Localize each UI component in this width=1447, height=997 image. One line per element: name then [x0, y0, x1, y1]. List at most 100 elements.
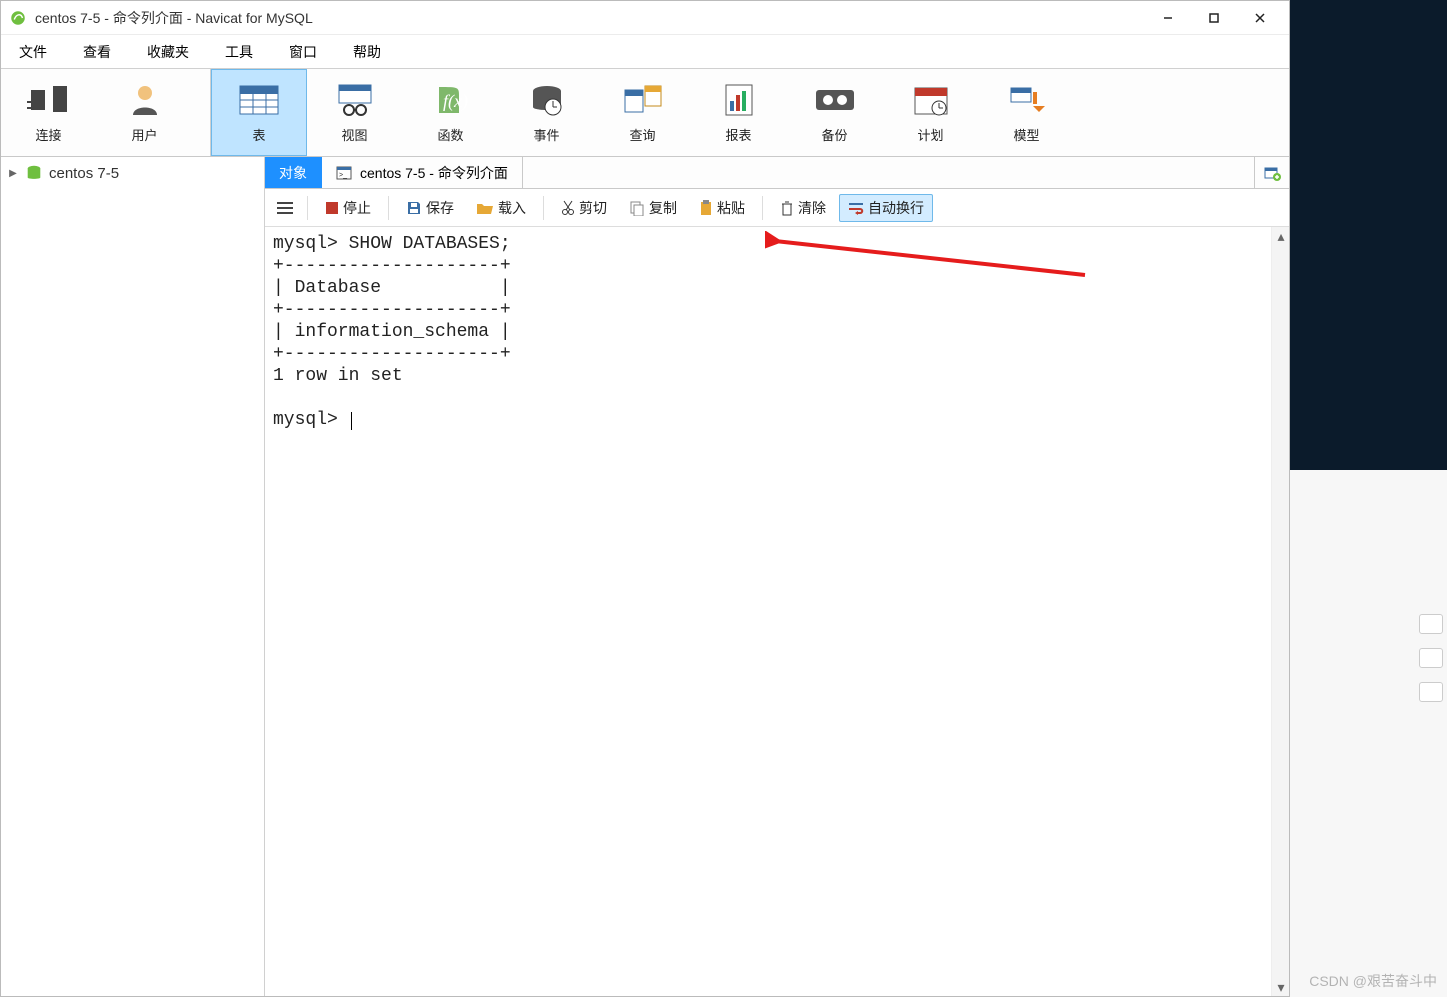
svg-text:f(x): f(x) [443, 91, 468, 112]
new-tab-button[interactable] [1255, 157, 1289, 188]
window-title: centos 7-5 - 命令列介面 - Navicat for MySQL [35, 8, 1145, 28]
menu-file[interactable]: 文件 [1, 35, 65, 68]
table-icon [239, 81, 279, 119]
save-button[interactable]: 保存 [397, 194, 463, 222]
save-label: 保存 [426, 198, 454, 218]
tab-objects-label: 对象 [279, 163, 307, 183]
toolbar-query-label: 查询 [629, 125, 655, 144]
new-tab-icon [1263, 164, 1281, 182]
query-icon [623, 81, 663, 119]
report-icon [722, 81, 756, 119]
toolbar-schedule[interactable]: 计划 [883, 69, 979, 156]
maximize-button[interactable] [1191, 2, 1237, 34]
toolbar-event[interactable]: 事件 [499, 69, 595, 156]
clear-label: 清除 [798, 198, 826, 218]
copy-icon [629, 200, 645, 216]
background-terminal [1290, 0, 1447, 470]
toolbar-model-label: 模型 [1013, 125, 1039, 144]
toolbar-backup[interactable]: 备份 [787, 69, 883, 156]
toolbar-connect-label: 连接 [35, 125, 61, 144]
toolbar-event-label: 事件 [533, 125, 559, 144]
menu-favorite[interactable]: 收藏夹 [129, 35, 207, 68]
toolbar-connect[interactable]: 连接 [1, 69, 97, 156]
mainpane: 对象 >_ centos 7-5 - 命令列介面 [265, 157, 1289, 996]
main-toolbar: 连接 用户 表 视图 f(x) 函数 [1, 69, 1289, 157]
paste-label: 粘贴 [717, 198, 745, 218]
folder-open-icon [476, 201, 494, 215]
tabstrip-spacer [523, 157, 1255, 188]
console-wrap: mysql> SHOW DATABASES; +----------------… [265, 227, 1289, 996]
tab-objects[interactable]: 对象 [265, 157, 322, 188]
app-window: centos 7-5 - 命令列介面 - Navicat for MySQL 文… [0, 0, 1290, 997]
plug-icon [27, 81, 71, 119]
console-text: mysql> SHOW DATABASES; +----------------… [273, 234, 511, 430]
hamburger-icon [276, 201, 294, 215]
close-button[interactable] [1237, 2, 1283, 34]
background-sidebar-icons [1419, 614, 1443, 702]
background-strip: CSDN @艰苦奋斗中 [1290, 0, 1447, 997]
toolbar-backup-label: 备份 [821, 125, 847, 144]
stop-button[interactable]: 停止 [316, 194, 380, 222]
copy-label: 复制 [649, 198, 677, 218]
watermark: CSDN @艰苦奋斗中 [1309, 971, 1437, 991]
stop-label: 停止 [343, 198, 371, 218]
scissors-icon [561, 200, 575, 216]
tape-icon [814, 81, 856, 119]
menu-window[interactable]: 窗口 [271, 35, 335, 68]
console-output[interactable]: mysql> SHOW DATABASES; +----------------… [265, 227, 1271, 996]
chevron-right-icon: ▶ [7, 168, 19, 179]
cli-icon: >_ [336, 165, 352, 181]
bg-icon [1419, 682, 1443, 702]
stop-icon [325, 201, 339, 215]
toolbar-function-label: 函数 [437, 125, 463, 144]
load-button[interactable]: 载入 [467, 194, 535, 222]
view-icon [335, 81, 375, 119]
toolbar-user[interactable]: 用户 [97, 69, 193, 156]
scroll-up-button[interactable]: ▴ [1274, 229, 1288, 243]
tab-cli[interactable]: >_ centos 7-5 - 命令列介面 [322, 157, 523, 188]
window-buttons [1145, 2, 1283, 34]
toolbar-model[interactable]: 模型 [979, 69, 1075, 156]
bg-icon [1419, 614, 1443, 634]
menu-tools[interactable]: 工具 [207, 35, 271, 68]
toolbar-report-label: 报表 [725, 125, 751, 144]
hamburger-button[interactable] [271, 194, 299, 222]
paste-button[interactable]: 粘贴 [690, 194, 754, 222]
clipboard-icon [699, 200, 713, 216]
menubar: 文件 查看 收藏夹 工具 窗口 帮助 [1, 35, 1289, 69]
scroll-down-button[interactable]: ▾ [1274, 980, 1288, 994]
calendar-icon [913, 81, 949, 119]
tabstrip: 对象 >_ centos 7-5 - 命令列介面 [265, 157, 1289, 189]
toolbar-report[interactable]: 报表 [691, 69, 787, 156]
save-icon [406, 200, 422, 216]
menu-help[interactable]: 帮助 [335, 35, 399, 68]
toolbar-view-label: 视图 [341, 125, 367, 144]
load-label: 载入 [498, 198, 526, 218]
db-server-icon [25, 164, 43, 182]
clear-button[interactable]: 清除 [771, 194, 835, 222]
menu-view[interactable]: 查看 [65, 35, 129, 68]
copy-button[interactable]: 复制 [620, 194, 686, 222]
sidebar: ▶ centos 7-5 [1, 157, 265, 996]
bg-icon [1419, 648, 1443, 668]
action-toolbar: 停止 保存 载入 剪切 复制 [265, 189, 1289, 227]
toolbar-query[interactable]: 查询 [595, 69, 691, 156]
clock-db-icon [529, 81, 565, 119]
vertical-scrollbar[interactable]: ▴ ▾ [1271, 227, 1289, 996]
wrap-icon [848, 201, 864, 215]
toolbar-schedule-label: 计划 [917, 125, 943, 144]
toolbar-table[interactable]: 表 [211, 69, 307, 156]
toolbar-function[interactable]: f(x) 函数 [403, 69, 499, 156]
text-cursor [351, 412, 352, 430]
tree-connection-root[interactable]: ▶ centos 7-5 [1, 157, 264, 189]
tree-connection-label: centos 7-5 [49, 165, 119, 182]
wrap-button[interactable]: 自动换行 [839, 194, 933, 222]
tab-cli-label: centos 7-5 - 命令列介面 [360, 163, 508, 183]
user-icon [127, 81, 163, 119]
app-icon [9, 9, 27, 27]
wrap-label: 自动换行 [868, 198, 924, 218]
minimize-button[interactable] [1145, 2, 1191, 34]
toolbar-user-label: 用户 [131, 125, 157, 144]
toolbar-view[interactable]: 视图 [307, 69, 403, 156]
cut-button[interactable]: 剪切 [552, 194, 616, 222]
